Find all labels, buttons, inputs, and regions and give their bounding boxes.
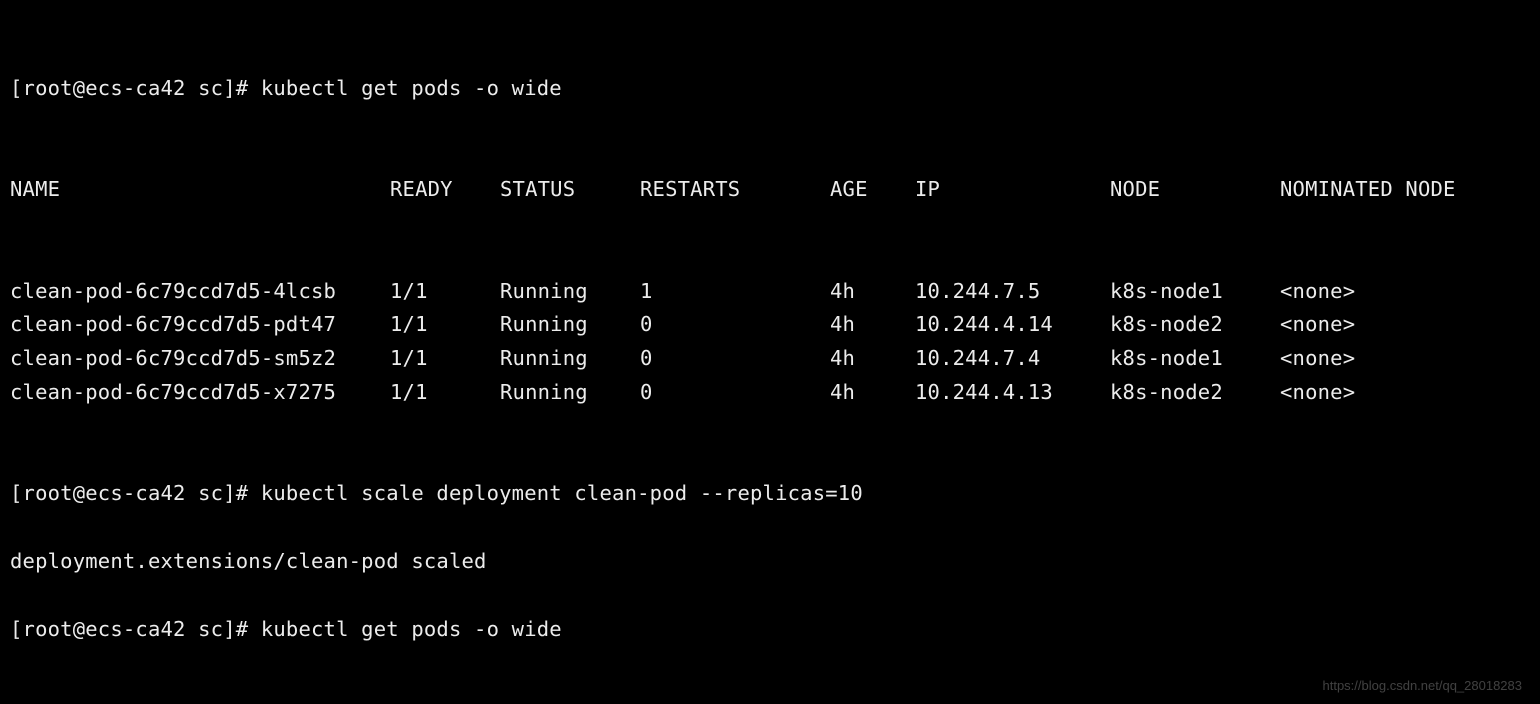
pod-ready: 1/1 <box>390 275 500 309</box>
pod-name: clean-pod-6c79ccd7d5-pdt47 <box>10 308 390 342</box>
pod-name: clean-pod-6c79ccd7d5-4lcsb <box>10 275 390 309</box>
cmd2-output: deployment.extensions/clean-pod scaled <box>10 545 1530 579</box>
pod-age: 4h <box>830 275 915 309</box>
pods-table-1: clean-pod-6c79ccd7d5-4lcsb1/1Running14h1… <box>10 275 1530 410</box>
table-row: clean-pod-6c79ccd7d5-4lcsb1/1Running14h1… <box>10 275 1530 309</box>
table-row: clean-pod-6c79ccd7d5-sm5z21/1Running04h1… <box>10 342 1530 376</box>
col-age: AGE <box>830 173 915 207</box>
col-nominated: NOMINATED NODE <box>1280 173 1456 207</box>
pod-age: 4h <box>830 308 915 342</box>
pod-node: k8s-node2 <box>1110 308 1280 342</box>
pod-status: Running <box>500 275 640 309</box>
col-restarts: RESTARTS <box>640 173 830 207</box>
col-status: STATUS <box>500 173 640 207</box>
cmd-line-2: [root@ecs-ca42 sc]# kubectl scale deploy… <box>10 477 1530 511</box>
pod-node: k8s-node1 <box>1110 275 1280 309</box>
pod-name: clean-pod-6c79ccd7d5-sm5z2 <box>10 342 390 376</box>
pod-ready: 1/1 <box>390 342 500 376</box>
pod-restarts: 1 <box>640 275 830 309</box>
pod-status: Running <box>500 376 640 410</box>
table-row: clean-pod-6c79ccd7d5-pdt471/1Running04h1… <box>10 308 1530 342</box>
pod-ready: 1/1 <box>390 308 500 342</box>
terminal[interactable]: [root@ecs-ca42 sc]# kubectl get pods -o … <box>0 0 1540 704</box>
pod-ip: 10.244.7.5 <box>915 275 1110 309</box>
cmd-line-1: [root@ecs-ca42 sc]# kubectl get pods -o … <box>10 72 1530 106</box>
col-name: NAME <box>10 173 390 207</box>
pod-nominated-node: <none> <box>1280 376 1355 410</box>
pod-age: 4h <box>830 376 915 410</box>
pod-ip: 10.244.4.14 <box>915 308 1110 342</box>
pod-nominated-node: <none> <box>1280 342 1355 376</box>
pod-ready: 1/1 <box>390 376 500 410</box>
col-ip: IP <box>915 173 1110 207</box>
pod-restarts: 0 <box>640 342 830 376</box>
col-ready: READY <box>390 173 500 207</box>
command-text: kubectl get pods -o wide <box>261 72 562 106</box>
pod-nominated-node: <none> <box>1280 275 1355 309</box>
pod-node: k8s-node2 <box>1110 376 1280 410</box>
shell-prompt: [root@ecs-ca42 sc]# <box>10 72 261 106</box>
pod-restarts: 0 <box>640 376 830 410</box>
pod-restarts: 0 <box>640 308 830 342</box>
pod-status: Running <box>500 308 640 342</box>
pod-ip: 10.244.7.4 <box>915 342 1110 376</box>
watermark: https://blog.csdn.net/qq_28018283 <box>1323 675 1523 696</box>
shell-prompt: [root@ecs-ca42 sc]# <box>10 477 261 511</box>
pod-ip: 10.244.4.13 <box>915 376 1110 410</box>
pod-name: clean-pod-6c79ccd7d5-x7275 <box>10 376 390 410</box>
command-text: kubectl scale deployment clean-pod --rep… <box>261 477 863 511</box>
table-row: clean-pod-6c79ccd7d5-x72751/1Running04h1… <box>10 376 1530 410</box>
col-node: NODE <box>1110 173 1280 207</box>
table-header: NAME READY STATUS RESTARTS AGE IP NODE N… <box>10 173 1530 207</box>
command-text: kubectl get pods -o wide <box>261 613 562 647</box>
pod-nominated-node: <none> <box>1280 308 1355 342</box>
shell-prompt: [root@ecs-ca42 sc]# <box>10 613 261 647</box>
cmd-line-3: [root@ecs-ca42 sc]# kubectl get pods -o … <box>10 613 1530 647</box>
pod-node: k8s-node1 <box>1110 342 1280 376</box>
pod-status: Running <box>500 342 640 376</box>
pod-age: 4h <box>830 342 915 376</box>
